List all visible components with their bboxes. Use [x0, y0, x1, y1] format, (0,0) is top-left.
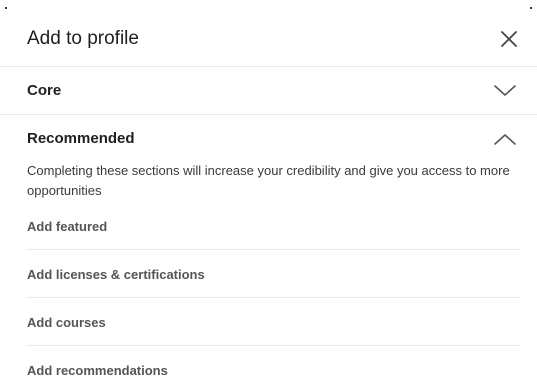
- section-recommended-description: Completing these sections will increase …: [27, 163, 510, 198]
- dialog-title: Add to profile: [27, 28, 139, 49]
- item-label: Add recommendations: [27, 363, 168, 378]
- recommended-items-list: Add featured Add licenses & certificatio…: [27, 202, 519, 388]
- section-core-title: Core: [27, 82, 62, 99]
- add-featured-item[interactable]: Add featured: [27, 202, 519, 250]
- section-core-toggle[interactable]: Core: [27, 67, 519, 115]
- close-icon: [501, 31, 517, 47]
- item-label: Add licenses & certifications: [27, 267, 205, 282]
- add-courses-item[interactable]: Add courses: [27, 298, 519, 346]
- dialog-header: Add to profile: [0, 0, 537, 67]
- close-button[interactable]: [499, 29, 519, 49]
- section-recommended-toggle[interactable]: Recommended: [27, 115, 519, 163]
- chevron-up-icon: [494, 134, 516, 145]
- add-licenses-certifications-item[interactable]: Add licenses & certifications: [27, 250, 519, 298]
- add-recommendations-item[interactable]: Add recommendations: [27, 346, 519, 388]
- item-label: Add featured: [27, 219, 108, 234]
- item-label: Add courses: [27, 315, 106, 330]
- section-recommended-title: Recommended: [27, 130, 135, 147]
- add-to-profile-dialog: Add to profile Core Recommended Completi…: [0, 0, 537, 388]
- chevron-down-icon: [494, 85, 516, 96]
